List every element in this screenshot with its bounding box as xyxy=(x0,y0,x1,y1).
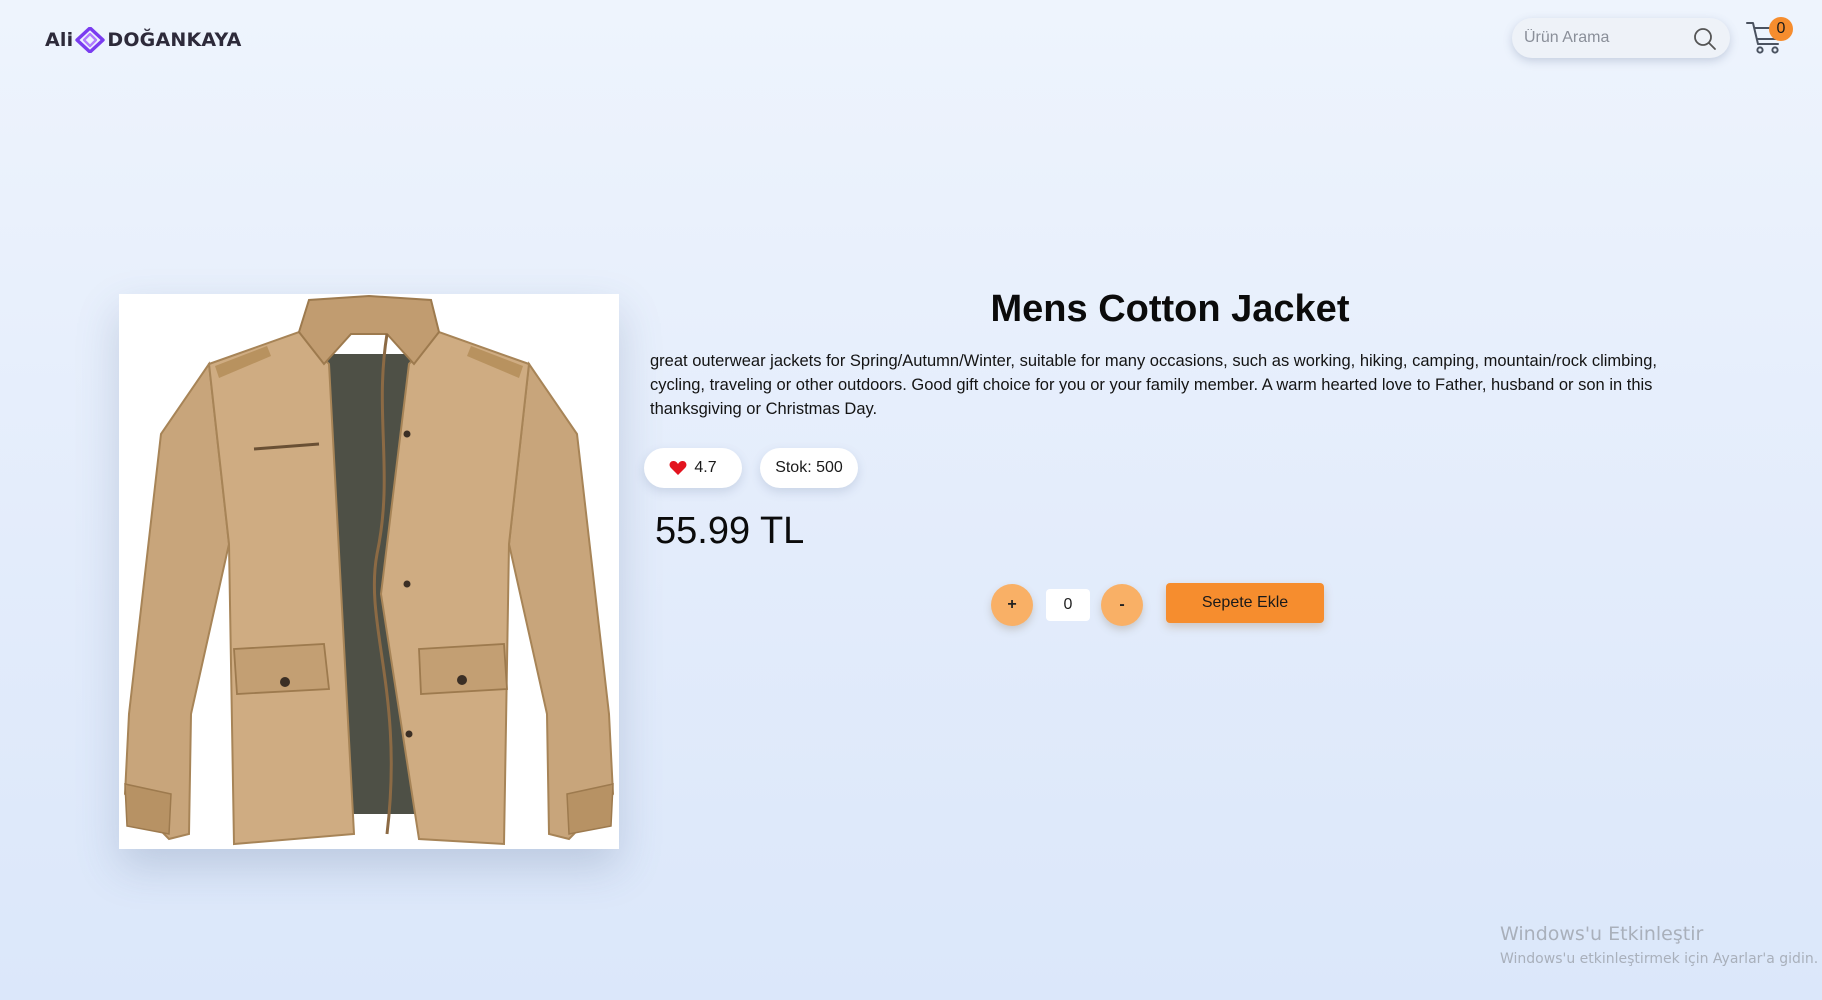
increase-quantity-button[interactable]: + xyxy=(991,584,1033,626)
diamond-logo-icon xyxy=(75,26,106,54)
rating-badge: 4.7 xyxy=(644,448,742,488)
product-description: great outerwear jackets for Spring/Autum… xyxy=(650,352,1657,418)
brand-logo[interactable]: Ali DOĞANKAYA xyxy=(45,26,242,54)
stock-badge: Stok: 500 xyxy=(760,448,858,488)
logo-text-second: DOĞANKAYA xyxy=(107,29,242,51)
product-image xyxy=(119,294,619,849)
watermark-title: Windows'u Etkinleştir xyxy=(1500,923,1704,945)
search-icon[interactable] xyxy=(1693,27,1717,51)
product-price: 55.99 TL xyxy=(655,510,805,552)
decrease-quantity-button[interactable]: - xyxy=(1101,584,1143,626)
stock-value: Stok: 500 xyxy=(775,459,843,476)
search-input[interactable] xyxy=(1512,18,1686,58)
add-to-cart-button[interactable]: Sepete Ekle xyxy=(1166,583,1324,623)
search-bar xyxy=(1512,18,1730,58)
heart-icon xyxy=(669,460,687,475)
cart-count-badge: 0 xyxy=(1769,17,1793,41)
cart-button[interactable]: 0 xyxy=(1745,15,1793,59)
watermark-subtitle: Windows'u etkinleştirmek için Ayarlar'a … xyxy=(1500,951,1819,967)
quantity-input[interactable] xyxy=(1046,589,1090,621)
windows-activation-watermark: Windows'u Etkinleştir Windows'u etkinleş… xyxy=(1500,923,1818,967)
rating-value: 4.7 xyxy=(694,459,717,476)
product-title: Mens Cotton Jacket xyxy=(990,288,1350,330)
jacket-image xyxy=(119,294,619,849)
logo-text-first: Ali xyxy=(45,29,74,51)
